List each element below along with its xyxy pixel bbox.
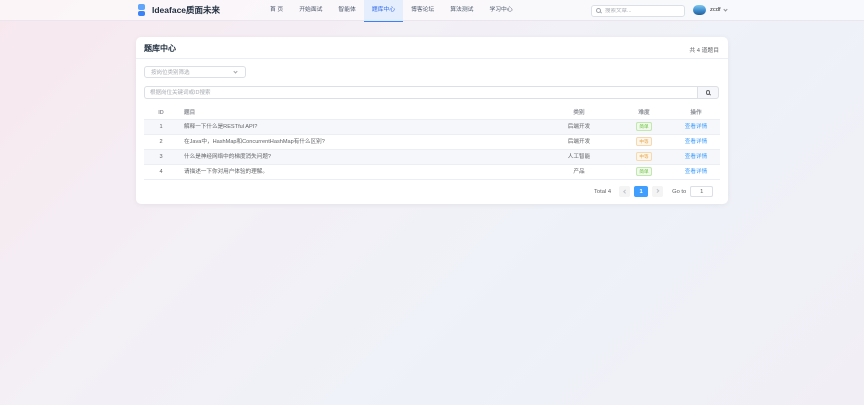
article-search: [591, 4, 685, 17]
search-icon: [596, 8, 601, 13]
table-row: 3 什么是神经网络中的梯度消失问题? 人工智能 中等 查看详情: [144, 150, 720, 165]
table-row: 4 请描述一下你对用户体验的理解。 产品 简单 查看详情: [144, 165, 720, 180]
question-bank-card: 题库中心 共 4 道题目 按岗位类别筛选 ID 题目 类别 难度 操作 1 解释…: [136, 37, 728, 204]
nav-question-bank[interactable]: 题库中心: [363, 0, 404, 22]
goto-label: Go to: [672, 188, 687, 195]
row-title: 解释一下什么是RESTful API?: [184, 124, 258, 130]
question-table: ID 题目 类别 难度 操作 1 解释一下什么是RESTful API? 后端开…: [144, 107, 720, 180]
row-category: 人工智能: [567, 154, 591, 160]
column-header-category: 类别: [573, 110, 585, 116]
view-details-link[interactable]: 查看详情: [672, 150, 720, 164]
chevron-right-icon: [655, 189, 659, 194]
view-details-link[interactable]: 查看详情: [672, 120, 720, 134]
logo-icon: [138, 4, 145, 16]
row-title: 在Java中，HashMap和ConcurrentHashMap有什么区别?: [184, 139, 325, 145]
category-filter-placeholder: 按岗位类别筛选: [151, 70, 190, 76]
nav-algorithm-test[interactable]: 算法测试: [442, 0, 481, 21]
chevron-left-icon: [623, 189, 627, 194]
row-id: 3: [159, 154, 163, 160]
row-difficulty: 中等: [616, 150, 672, 164]
table-header: ID 题目 类别 难度 操作: [144, 107, 720, 120]
page-number-current[interactable]: 1: [634, 186, 649, 197]
column-header-title: 题目: [184, 110, 196, 116]
row-category: 产品: [573, 169, 585, 175]
row-difficulty: 简单: [616, 165, 672, 179]
row-difficulty: 简单: [616, 120, 672, 134]
next-page-button[interactable]: [652, 186, 664, 197]
row-id: 1: [159, 124, 163, 130]
nav-learning-center[interactable]: 学习中心: [481, 0, 520, 21]
article-search-input[interactable]: [605, 7, 683, 14]
nav-start-interview[interactable]: 开始面试: [291, 0, 330, 21]
keyword-search-input[interactable]: [144, 86, 697, 99]
column-header-id: ID: [158, 110, 164, 116]
nav-blog-forum[interactable]: 博客论坛: [403, 0, 442, 21]
main-nav: 首 页 开始面试 智能体 题库中心 博客论坛 算法测试 学习中心: [262, 0, 521, 22]
category-filter-select[interactable]: 按岗位类别筛选: [144, 66, 246, 78]
row-id: 2: [159, 139, 163, 145]
search-button[interactable]: [697, 86, 719, 99]
prev-page-button[interactable]: [619, 186, 631, 197]
goto-page-input[interactable]: [690, 186, 714, 197]
row-id: 4: [159, 169, 163, 175]
row-title: 什么是神经网络中的梯度消失问题?: [184, 154, 272, 160]
view-details-link[interactable]: 查看详情: [672, 165, 720, 179]
row-category: 后端开发: [567, 124, 591, 130]
card-divider: [136, 58, 728, 59]
nav-home[interactable]: 首 页: [262, 0, 291, 21]
difficulty-badge: 简单: [635, 167, 653, 177]
avatar[interactable]: [693, 5, 706, 15]
page-title: 题库中心: [144, 44, 176, 53]
pagination: Total 4 1 Go to: [594, 186, 714, 197]
search-icon: [705, 90, 711, 95]
chevron-down-icon: [723, 6, 728, 12]
question-count: 共 4 道题目: [689, 47, 719, 54]
view-details-link[interactable]: 查看详情: [672, 135, 720, 149]
table-row: 1 解释一下什么是RESTful API? 后端开发 简单 查看详情: [144, 120, 720, 135]
pagination-total: Total 4: [594, 188, 612, 195]
chevron-down-icon: [233, 69, 238, 74]
nav-agent[interactable]: 智能体: [330, 0, 363, 21]
difficulty-badge: 简单: [635, 122, 653, 132]
top-navbar: Ideaface质面未来 首 页 开始面试 智能体 题库中心 博客论坛 算法测试…: [0, 0, 864, 22]
difficulty-badge: 中等: [635, 152, 653, 162]
table-row: 2 在Java中，HashMap和ConcurrentHashMap有什么区别?…: [144, 135, 720, 150]
difficulty-badge: 中等: [635, 137, 653, 147]
column-header-difficulty: 难度: [638, 110, 650, 116]
row-title: 请描述一下你对用户体验的理解。: [184, 169, 268, 175]
row-category: 后端开发: [567, 139, 591, 145]
user-menu[interactable]: zcdf: [693, 5, 728, 15]
row-difficulty: 中等: [616, 135, 672, 149]
column-header-action: 操作: [690, 110, 702, 116]
brand-name: Ideaface质面未来: [152, 5, 221, 15]
brand-logo[interactable]: Ideaface质面未来: [138, 4, 220, 16]
username: zcdf: [710, 7, 721, 13]
